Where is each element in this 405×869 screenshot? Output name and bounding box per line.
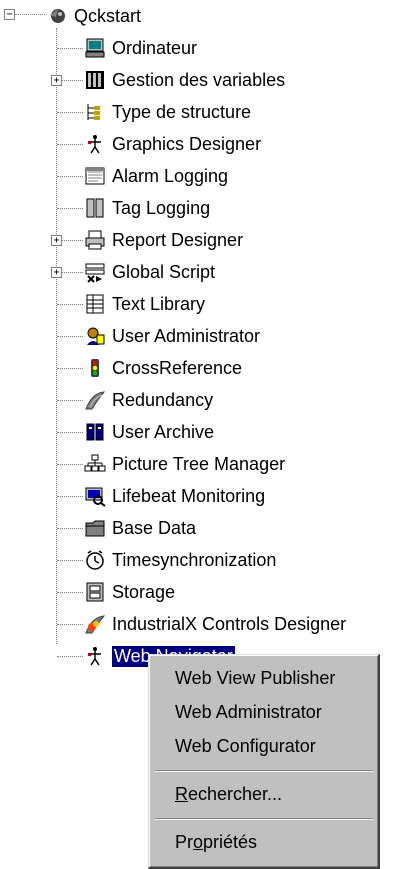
tree-item-user-administrator[interactable]: User Administrator xyxy=(84,320,260,352)
context-menu: Web View Publisher Web Administrator Web… xyxy=(148,654,380,869)
tree-item-redundancy[interactable]: Redundancy xyxy=(84,384,213,416)
tree-connector xyxy=(57,400,83,401)
project-tree: − Qckstart Ordinateur + Gestion des variab… xyxy=(0,0,405,869)
tree-connector xyxy=(57,496,83,497)
tree-item-label: Global Script xyxy=(112,261,216,282)
lifebeat-icon xyxy=(84,485,106,507)
tree-item-label: Graphics Designer xyxy=(112,133,262,154)
tree-item-type-de-structure[interactable]: Type de structure xyxy=(84,96,251,128)
tree-item-label: User Administrator xyxy=(112,325,261,346)
menu-item-label: Propriétés xyxy=(175,831,258,852)
tree-item-label: Type de structure xyxy=(112,101,252,122)
tree-connector xyxy=(57,624,83,625)
tree-item-report-designer[interactable]: Report Designer xyxy=(84,224,243,256)
expand-toggle[interactable]: + xyxy=(51,235,62,246)
tree-item-label: Lifebeat Monitoring xyxy=(112,485,266,506)
expand-toggle[interactable]: + xyxy=(51,267,62,278)
tree-item-label: Timesynchronization xyxy=(112,549,277,570)
tree-item-global-script[interactable]: Global Script xyxy=(84,256,215,288)
tree-item-label: Picture Tree Manager xyxy=(112,453,286,474)
tree-item-timesynchronization[interactable]: Timesynchronization xyxy=(84,544,276,576)
tree-item-label: CrossReference xyxy=(112,357,243,378)
tree-root-qckstart[interactable]: Qckstart xyxy=(46,0,141,32)
tree-item-label: Text Library xyxy=(112,293,206,314)
menu-separator xyxy=(155,818,373,820)
tree-connector xyxy=(57,112,83,113)
tree-item-label: Alarm Logging xyxy=(112,165,229,186)
tag-management-icon xyxy=(84,69,106,91)
user-admin-icon xyxy=(84,325,106,347)
traffic-light-icon xyxy=(84,357,106,379)
tree-connector xyxy=(15,14,45,15)
tree-item-label: Redundancy xyxy=(112,389,214,410)
tree-item-label: IndustrialX Controls Designer xyxy=(112,613,347,634)
menu-item-label: Web Administrator xyxy=(175,701,322,722)
user-archive-icon xyxy=(84,421,106,443)
tree-item-label: Report Designer xyxy=(112,229,244,250)
tree-connector xyxy=(57,464,83,465)
tree-item-ordinateur[interactable]: Ordinateur xyxy=(84,32,197,64)
tree-item-label: Tag Logging xyxy=(112,197,211,218)
tree-item-picture-tree-manager[interactable]: Picture Tree Manager xyxy=(84,448,285,480)
tag-logging-icon xyxy=(84,197,106,219)
tree-connector xyxy=(57,592,83,593)
tree-item-label: User Archive xyxy=(112,421,215,442)
global-script-icon xyxy=(84,261,106,283)
menu-item-proprietes[interactable]: Propriétés xyxy=(151,825,377,859)
graphics-designer-icon xyxy=(84,133,106,155)
tree-item-tag-logging[interactable]: Tag Logging xyxy=(84,192,210,224)
expand-toggle[interactable]: + xyxy=(51,75,62,86)
menu-item-label: Web View Publisher xyxy=(175,667,336,688)
alarm-logging-icon xyxy=(84,165,106,187)
tree-root-label: Qckstart xyxy=(74,5,142,26)
tree-connector xyxy=(57,528,83,529)
structure-type-icon xyxy=(84,101,106,123)
tree-item-industrialx-controls-designer[interactable]: IndustrialX Controls Designer xyxy=(84,608,346,640)
computer-icon xyxy=(84,37,106,59)
tree-connector xyxy=(57,208,83,209)
clock-icon xyxy=(84,549,106,571)
collapse-toggle[interactable]: − xyxy=(4,9,15,20)
tree-item-label: Base Data xyxy=(112,517,197,538)
tree-connector xyxy=(57,304,83,305)
text-library-icon xyxy=(84,293,106,315)
menu-item-web-configurator[interactable]: Web Configurator xyxy=(151,729,377,763)
tree-item-storage[interactable]: Storage xyxy=(84,576,175,608)
printer-icon xyxy=(84,229,106,251)
tree-item-label: Gestion des variables xyxy=(112,69,286,90)
tree-connector xyxy=(57,48,83,49)
tree-connector xyxy=(57,144,83,145)
tree-item-alarm-logging[interactable]: Alarm Logging xyxy=(84,160,228,192)
menu-item-web-administrator[interactable]: Web Administrator xyxy=(151,695,377,729)
storage-icon xyxy=(84,581,106,603)
tree-item-graphics-designer[interactable]: Graphics Designer xyxy=(84,128,261,160)
tree-item-lifebeat-monitoring[interactable]: Lifebeat Monitoring xyxy=(84,480,265,512)
controls-designer-icon xyxy=(84,613,106,635)
tree-item-user-archive[interactable]: User Archive xyxy=(84,416,214,448)
tree-connector xyxy=(57,656,83,657)
menu-item-label: Rechercher... xyxy=(175,783,283,804)
tree-item-text-library[interactable]: Text Library xyxy=(84,288,205,320)
tree-connector xyxy=(57,368,83,369)
tree-connector xyxy=(57,336,83,337)
picture-tree-icon xyxy=(84,453,106,475)
folder-icon xyxy=(84,517,106,539)
tree-connector xyxy=(57,560,83,561)
menu-item-rechercher[interactable]: Rechercher... xyxy=(151,777,377,811)
project-icon xyxy=(46,5,68,27)
tree-item-label: Ordinateur xyxy=(112,37,198,58)
tree-item-crossreference[interactable]: CrossReference xyxy=(84,352,242,384)
tree-item-base-data[interactable]: Base Data xyxy=(84,512,196,544)
menu-item-label: Web Configurator xyxy=(175,735,316,756)
tree-connector xyxy=(57,432,83,433)
web-navigator-icon xyxy=(84,645,106,667)
menu-item-web-view-publisher[interactable]: Web View Publisher xyxy=(151,661,377,695)
tree-item-gestion-des-variables[interactable]: Gestion des variables xyxy=(84,64,285,96)
tree-connector xyxy=(57,176,83,177)
redundancy-icon xyxy=(84,389,106,411)
tree-item-label: Storage xyxy=(112,581,176,602)
menu-separator xyxy=(155,770,373,772)
